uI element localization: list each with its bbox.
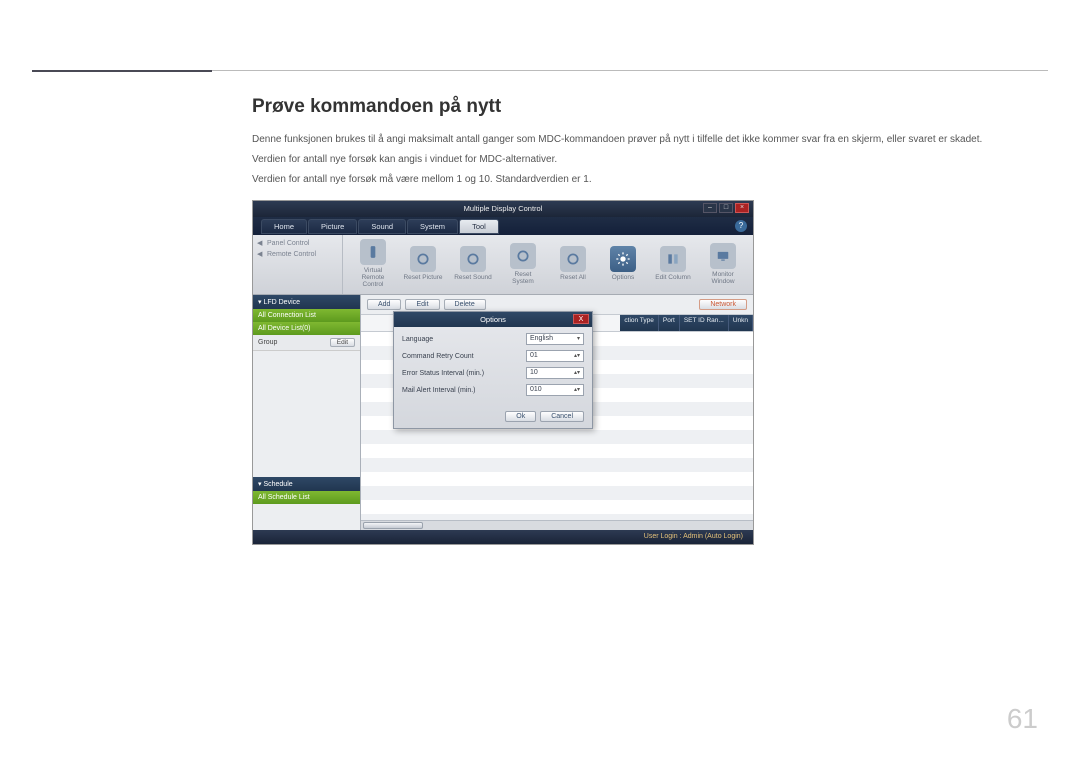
- panel-control-row: ◀ Panel Control: [257, 239, 338, 247]
- spinner-icon: ▴▾: [574, 384, 580, 396]
- page-heading: Prøve kommandoen på nytt: [252, 96, 1042, 118]
- row-mail-interval: Mail Alert Interval (min.) 010 ▴▾: [402, 384, 584, 396]
- window-controls: – □ ×: [703, 203, 749, 213]
- group-row: Group Edit: [253, 335, 360, 351]
- tool-virtual-remote[interactable]: Virtual Remote Control: [353, 239, 393, 288]
- maximize-button[interactable]: □: [719, 203, 733, 213]
- document-content: Prøve kommandoen på nytt Denne funksjone…: [252, 96, 1042, 545]
- add-button[interactable]: Add: [367, 299, 401, 310]
- col-port: Port: [659, 315, 680, 331]
- tool-edit-column[interactable]: Edit Column: [653, 246, 693, 281]
- dialog-body: Language English ▾ Command Retry Count 0…: [394, 327, 592, 407]
- lfd-device-header[interactable]: ▾ LFD Device: [253, 295, 360, 309]
- error-interval-spinner[interactable]: 10 ▴▾: [526, 367, 584, 379]
- ribbon-tools: Virtual Remote Control Reset Picture Res…: [343, 235, 753, 292]
- remote-control-label: Remote Control: [267, 251, 316, 258]
- row-error-interval: Error Status Interval (min.) 10 ▴▾: [402, 367, 584, 379]
- row-retry-count: Command Retry Count 01 ▴▾: [402, 350, 584, 362]
- sidebar-bottom-gap: [253, 504, 360, 530]
- mail-interval-spinner[interactable]: 010 ▴▾: [526, 384, 584, 396]
- reset-sound-icon: [460, 246, 486, 272]
- tool-reset-sound[interactable]: Reset Sound: [453, 246, 493, 281]
- chevron-left-icon[interactable]: ◀: [257, 239, 265, 247]
- all-schedule-list[interactable]: All Schedule List: [253, 491, 360, 504]
- menu-tool[interactable]: Tool: [459, 219, 499, 234]
- paragraph-1: Denne funksjonen brukes til å angi maksi…: [252, 132, 1042, 148]
- status-bar: User Login : Admin (Auto Login): [253, 530, 753, 544]
- reset-system-icon: [510, 243, 536, 269]
- remote-icon: [360, 239, 386, 265]
- language-dropdown[interactable]: English ▾: [526, 333, 584, 345]
- monitor-icon: [710, 243, 736, 269]
- label-retry-count: Command Retry Count: [402, 353, 474, 360]
- tool-reset-all[interactable]: Reset All: [553, 246, 593, 281]
- gear-icon: [610, 246, 636, 272]
- col-setid: SET ID Ran...: [680, 315, 729, 331]
- header-rule-accent: [32, 70, 212, 72]
- help-icon[interactable]: ?: [735, 220, 747, 232]
- ok-button[interactable]: Ok: [505, 411, 536, 422]
- scrollbar-thumb[interactable]: [363, 522, 423, 529]
- app-window: Multiple Display Control – □ × Home Pict…: [252, 200, 754, 545]
- close-button[interactable]: ×: [735, 203, 749, 213]
- col-unknown: Unkn: [729, 315, 753, 331]
- app-title: Multiple Display Control: [464, 204, 543, 213]
- menu-picture[interactable]: Picture: [308, 219, 357, 234]
- menu-sound[interactable]: Sound: [358, 219, 406, 234]
- ribbon-left-panel: ◀ Panel Control ◀ Remote Control: [253, 235, 343, 294]
- menu-home[interactable]: Home: [261, 219, 307, 234]
- delete-button[interactable]: Delete: [444, 299, 486, 310]
- schedule-header[interactable]: ▾ Schedule: [253, 477, 360, 491]
- network-button[interactable]: Network: [699, 299, 747, 310]
- label-mail-interval: Mail Alert Interval (min.): [402, 387, 476, 394]
- tool-monitor-window[interactable]: Monitor Window: [703, 243, 743, 285]
- edit-column-icon: [660, 246, 686, 272]
- dialog-close-button[interactable]: X: [573, 314, 589, 324]
- app-titlebar: Multiple Display Control – □ ×: [253, 201, 753, 217]
- paragraph-2: Verdien for antall nye forsøk kan angis …: [252, 152, 1042, 168]
- sidebar: ▾ LFD Device All Connection List All Dev…: [253, 295, 361, 530]
- options-dialog: Options X Language English ▾ Command Ret…: [393, 311, 593, 429]
- col-ction-type: ction Type: [620, 315, 659, 331]
- page-number: 61: [1007, 703, 1038, 735]
- dialog-titlebar: Options X: [394, 312, 592, 327]
- spinner-icon: ▴▾: [574, 350, 580, 362]
- group-edit-button[interactable]: Edit: [330, 338, 355, 347]
- minimize-button[interactable]: –: [703, 203, 717, 213]
- panel-control-label: Panel Control: [267, 240, 309, 247]
- paragraph-3: Verdien for antall nye forsøk må være me…: [252, 172, 1042, 188]
- chevron-left-icon[interactable]: ◀: [257, 250, 265, 258]
- status-text: User Login : Admin (Auto Login): [644, 533, 743, 540]
- label-error-interval: Error Status Interval (min.): [402, 370, 484, 377]
- label-language: Language: [402, 336, 433, 343]
- spinner-icon: ▴▾: [574, 367, 580, 379]
- horizontal-scrollbar[interactable]: [361, 520, 753, 530]
- remote-control-row: ◀ Remote Control: [257, 250, 338, 258]
- cancel-button[interactable]: Cancel: [540, 411, 584, 422]
- reset-all-icon: [560, 246, 586, 272]
- retry-count-spinner[interactable]: 01 ▴▾: [526, 350, 584, 362]
- reset-picture-icon: [410, 246, 436, 272]
- tool-options[interactable]: Options: [603, 246, 643, 281]
- tool-reset-picture[interactable]: Reset Picture: [403, 246, 443, 281]
- tool-reset-system[interactable]: Reset System: [503, 243, 543, 285]
- chevron-down-icon: ▾: [577, 333, 580, 345]
- edit-button[interactable]: Edit: [405, 299, 439, 310]
- app-ribbon: ◀ Panel Control ◀ Remote Control Virtual…: [253, 235, 753, 295]
- row-language: Language English ▾: [402, 333, 584, 345]
- all-device-list[interactable]: All Device List(0): [253, 322, 360, 335]
- dialog-buttons: Ok Cancel: [394, 407, 592, 428]
- dialog-title: Options: [480, 315, 506, 324]
- all-connection-list[interactable]: All Connection List: [253, 309, 360, 322]
- group-label: Group: [258, 339, 277, 346]
- app-menubar: Home Picture Sound System Tool ?: [253, 217, 753, 235]
- sidebar-gap: [253, 351, 360, 477]
- menu-system[interactable]: System: [407, 219, 458, 234]
- table-header: ction Type Port SET ID Ran... Unkn: [620, 315, 753, 331]
